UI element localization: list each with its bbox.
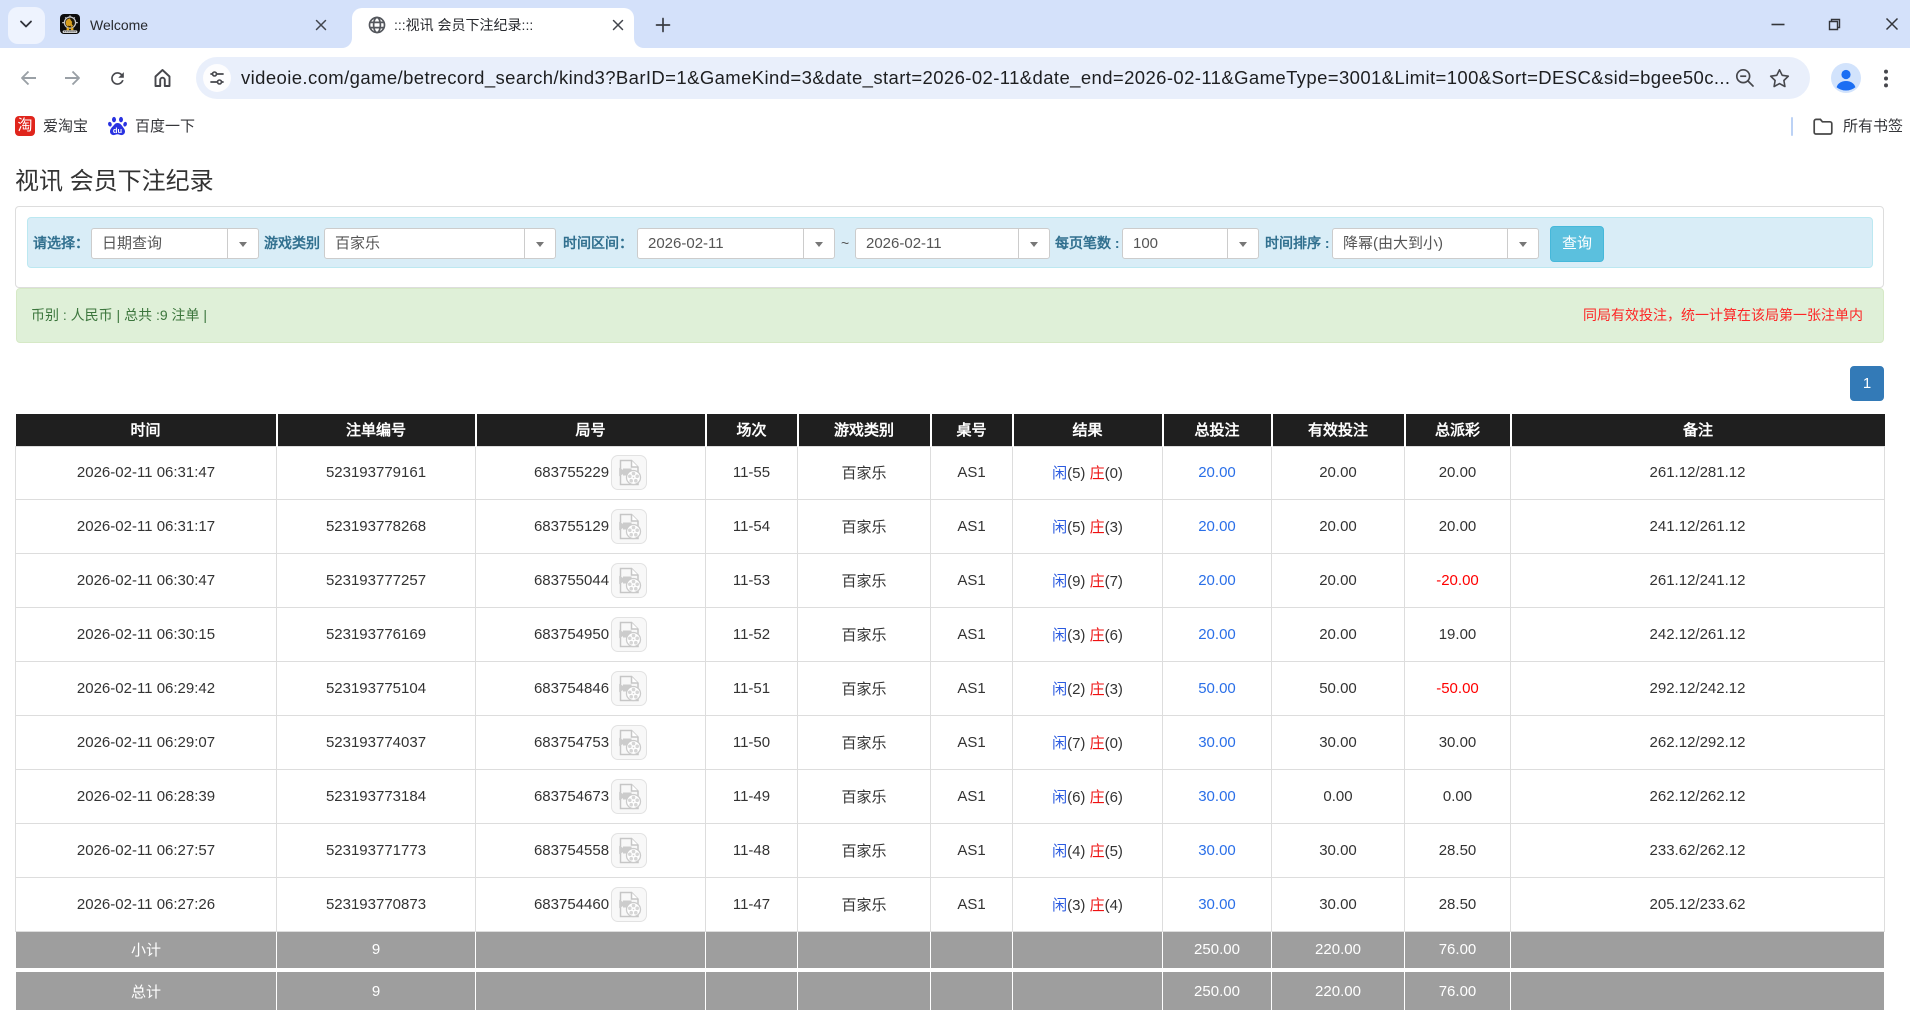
svg-text:du: du	[113, 126, 123, 135]
